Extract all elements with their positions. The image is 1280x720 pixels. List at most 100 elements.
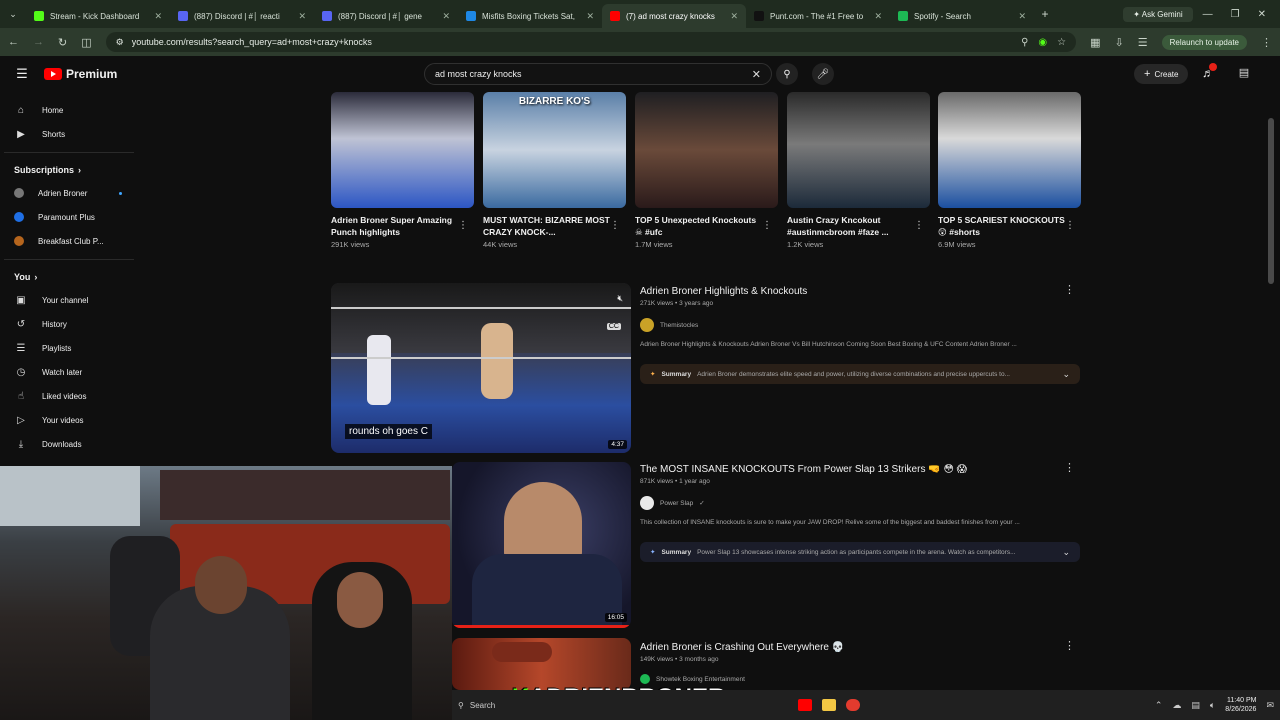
video-thumbnail[interactable]: 16:05	[452, 462, 631, 628]
channel-link[interactable]: Showtek Boxing Entertainment	[640, 674, 745, 684]
sidebar-item[interactable]: Paramount Plus	[0, 205, 140, 229]
site-info-icon[interactable]: ⚙	[116, 37, 124, 48]
bookmark-star-icon[interactable]: ☆	[1057, 37, 1066, 48]
video-title[interactable]: Adrien Broner is Crashing Out Everywhere…	[640, 642, 844, 653]
ai-summary[interactable]: ✦ Summary Adrien Broner demonstrates eli…	[640, 364, 1080, 384]
channel-link[interactable]: Themistocles	[640, 318, 698, 332]
account-avatar[interactable]: ▤	[1236, 66, 1252, 80]
tab-close-icon[interactable]: ✕	[586, 11, 594, 22]
close-icon[interactable]: ✕	[1258, 9, 1266, 20]
address-bar[interactable]: ⚙ youtube.com/results?search_query=ad+mo…	[105, 32, 1077, 52]
ask-gemini-button[interactable]: ✦ Ask Gemini	[1123, 6, 1193, 22]
create-button[interactable]: + Create	[1134, 64, 1189, 84]
channel-link[interactable]: Power Slap ✓	[640, 496, 705, 510]
extension-icon[interactable]: ◉	[1038, 37, 1047, 48]
video-title[interactable]: Adrien Broner Highlights & Knockouts	[640, 286, 807, 297]
forward-icon[interactable]: →	[33, 36, 44, 48]
volume-icon[interactable]: 🔈︎	[1210, 700, 1215, 711]
sidebar-item[interactable]: ▶ Shorts	[0, 122, 140, 146]
ai-summary[interactable]: ✦ Summary Power Slap 13 showcases intens…	[640, 542, 1080, 562]
short-card[interactable]: Austin Crazy Kncokout #austinmcbroom #fa…	[787, 92, 930, 249]
sidebar-item[interactable]: ⤓ Downloads	[0, 432, 140, 456]
file-explorer-icon[interactable]	[822, 699, 836, 711]
browser-tab[interactable]: Punt.com - The #1 Free to ✕	[746, 4, 890, 28]
short-card[interactable]: TOP 5 SCARIEST KNOCKOUTS 😲 #shorts 6.9M v…	[938, 92, 1081, 249]
cloud-icon[interactable]: ☁	[1172, 700, 1181, 711]
restore-icon[interactable]: ❐	[1231, 9, 1240, 20]
tab-close-icon[interactable]: ✕	[298, 11, 306, 22]
tab-close-icon[interactable]: ✕	[442, 11, 450, 22]
sidepanel-icon[interactable]: ◫	[81, 36, 91, 49]
chevron-up-icon[interactable]: ⌃	[1155, 700, 1163, 711]
new-tab-button[interactable]: +	[1034, 7, 1056, 21]
more-options-icon[interactable]: ⋮	[1065, 220, 1075, 231]
zoom-icon[interactable]: ⚲	[1021, 37, 1028, 48]
sidebar-item[interactable]: ◷ Watch later	[0, 360, 140, 384]
chevron-down-icon[interactable]: ⌄	[1062, 369, 1070, 380]
short-thumbnail[interactable]	[635, 92, 778, 208]
short-title[interactable]: Adrien Broner Super Amazing Punch highli…	[331, 214, 474, 238]
more-options-icon[interactable]: ⋮	[610, 220, 620, 231]
page-scrollbar[interactable]	[1268, 118, 1274, 284]
youtube-logo[interactable]: Premium	[44, 67, 117, 81]
browser-tab[interactable]: Spotify - Search ✕	[890, 4, 1034, 28]
extension-puzzle-icon[interactable]: ▦	[1090, 36, 1100, 49]
browser-tab[interactable]: (887) Discord | #│ gene ✕	[314, 4, 458, 28]
subscriptions-heading[interactable]: Subscriptions ›	[0, 159, 140, 181]
captions-icon[interactable]: CC	[606, 323, 621, 330]
more-options-icon[interactable]: ⋮	[1064, 639, 1075, 652]
tab-close-icon[interactable]: ✕	[730, 11, 738, 22]
sidebar-item[interactable]: Breakfast Club P...	[0, 229, 140, 253]
downloads-toolbar-icon[interactable]: ⇩	[1115, 36, 1124, 49]
chrome-icon[interactable]	[846, 699, 860, 711]
short-thumbnail[interactable]: BIZARRE KO'S	[483, 92, 626, 208]
minimize-icon[interactable]: —	[1203, 9, 1213, 20]
menu-icon[interactable]: ☰	[0, 66, 44, 82]
short-card[interactable]: TOP 5 Unexpected Knockouts ☠ #ufc 1.7M vi…	[635, 92, 778, 249]
more-options-icon[interactable]: ⋮	[914, 220, 924, 231]
network-icon[interactable]: ▤	[1191, 700, 1200, 711]
video-thumbnail[interactable]: 🔇︎ CC rounds oh goes C 4:37	[331, 283, 631, 453]
video-title[interactable]: The MOST INSANE KNOCKOUTS From Power Sla…	[640, 464, 967, 475]
short-card[interactable]: Adrien Broner Super Amazing Punch highli…	[331, 92, 474, 249]
voice-search-button[interactable]: 🎤︎	[812, 63, 834, 85]
taskbar-search[interactable]: ⚲ Search	[458, 695, 518, 715]
browser-tab[interactable]: Misfits Boxing Tickets Sat, ✕	[458, 4, 602, 28]
short-title[interactable]: MUST WATCH: BIZARRE MOST CRAZY KNOCK-...	[483, 214, 626, 238]
short-title[interactable]: TOP 5 SCARIEST KNOCKOUTS 😲 #shorts	[938, 214, 1081, 238]
search-button[interactable]: ⚲	[776, 63, 798, 85]
clear-search-icon[interactable]: ✕	[752, 68, 761, 81]
tab-close-icon[interactable]: ✕	[154, 11, 162, 22]
more-options-icon[interactable]: ⋮	[458, 220, 468, 231]
notifications-bell-icon[interactable]: ♬︎	[1202, 63, 1217, 80]
short-thumbnail[interactable]	[787, 92, 930, 208]
notifications-icon[interactable]: ✉	[1266, 700, 1274, 711]
sidebar-item[interactable]: ☝ Liked videos	[0, 384, 140, 408]
tab-close-icon[interactable]: ✕	[874, 11, 882, 22]
short-thumbnail[interactable]	[938, 92, 1081, 208]
short-title[interactable]: TOP 5 Unexpected Knockouts ☠ #ufc	[635, 214, 778, 238]
short-card[interactable]: BIZARRE KO'S MUST WATCH: BIZARRE MOST CRA…	[483, 92, 626, 249]
browser-menu-icon[interactable]: ⋮	[1261, 36, 1272, 49]
sidebar-item[interactable]: ☰ Playlists	[0, 336, 140, 360]
clock[interactable]: 11:40 PM 8/26/2026	[1225, 696, 1256, 714]
video-thumbnail[interactable]	[452, 638, 631, 690]
short-title[interactable]: Austin Crazy Kncokout #austinmcbroom #fa…	[787, 214, 930, 238]
chevron-down-icon[interactable]: ⌄	[1062, 547, 1070, 558]
more-options-icon[interactable]: ⋮	[1064, 283, 1075, 296]
more-options-icon[interactable]: ⋮	[1064, 461, 1075, 474]
youtube-app-icon[interactable]	[798, 699, 812, 711]
short-thumbnail[interactable]	[331, 92, 474, 208]
sidebar-item[interactable]: Adrien Broner	[0, 181, 140, 205]
reading-list-icon[interactable]: ☰	[1138, 36, 1148, 49]
browser-tab[interactable]: (7) ad most crazy knocks ✕	[602, 4, 746, 28]
tab-search-icon[interactable]: ⌄	[0, 9, 26, 20]
mute-icon[interactable]: 🔇︎	[617, 293, 623, 304]
relaunch-button[interactable]: Relaunch to update	[1161, 34, 1247, 50]
tab-close-icon[interactable]: ✕	[1018, 11, 1026, 22]
reload-icon[interactable]: ↻	[58, 36, 67, 49]
browser-tab[interactable]: Stream - Kick Dashboard ✕	[26, 4, 170, 28]
sidebar-item[interactable]: ▣ Your channel	[0, 288, 140, 312]
more-options-icon[interactable]: ⋮	[762, 220, 772, 231]
search-input[interactable]: ad most crazy knocks ✕	[424, 63, 772, 85]
